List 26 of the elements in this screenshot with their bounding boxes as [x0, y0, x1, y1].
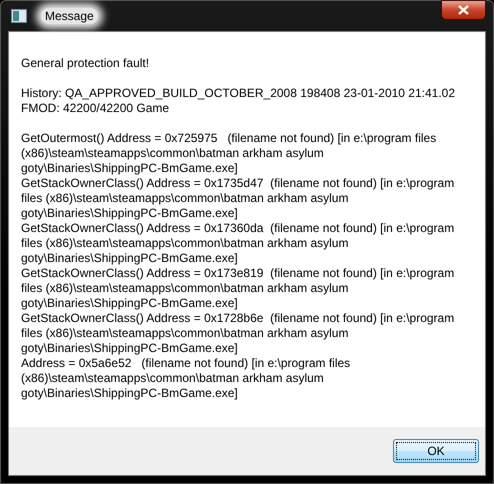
message-text: FMOD: 42200/42200 Game	[21, 101, 170, 116]
message-text: goty\Binaries\ShippingPC-BmGame.exe]	[21, 206, 239, 221]
message-text: files (x86)\steam\steamapps\common\batman arkham asylum	[21, 281, 350, 296]
message-text: GetStackOwnerClass() Address = 0x173e819 (filename not found) [in e:\program	[21, 266, 456, 281]
message-text: GetStackOwnerClass() Address = 0x1728b6e (filename not found) [in e:\program	[21, 311, 456, 326]
message-text: goty\Binaries\ShippingPC-BmGame.exe]	[21, 161, 239, 176]
message-text: GetStackOwnerClass() Address = 0x17360da (filename not found) [in e:\program	[21, 221, 456, 236]
message-text: GetStackOwnerClass() Address = 0x1735d47 (filename not found) [in e:\program	[21, 176, 456, 191]
message-text: files (x86)\steam\steamapps\common\batman arkham asylum	[21, 236, 350, 251]
message-text: files (x86)\steam\steamapps\common\batman arkham asylum	[21, 191, 350, 206]
message-text: goty\Binaries\ShippingPC-BmGame.exe]	[21, 251, 239, 266]
window-icon	[11, 9, 27, 23]
message-text: (x86)\steam\steamapps\common\batman arkham asylum	[21, 146, 325, 161]
message-text: Address = 0x5a6e52 (filename not found) [in e:\program files	[21, 356, 352, 371]
message-text: (x86)\steam\steamapps\common\batman arkham asylum	[21, 371, 325, 386]
close-button[interactable]	[441, 0, 486, 20]
message-text: goty\Binaries\ShippingPC-BmGame.exe]	[21, 341, 239, 356]
message-text: History: QA_APPROVED_BUILD_OCTOBER_2008 198408 23-01-2010 21:41.02	[21, 86, 456, 101]
ok-button[interactable]: OK	[393, 439, 479, 463]
message-text: goty\Binaries\ShippingPC-BmGame.exe]	[21, 386, 239, 401]
close-icon	[458, 5, 469, 15]
message-text: goty\Binaries\ShippingPC-BmGame.exe]	[21, 296, 239, 311]
message-text: GetOutermost() Address = 0x725975 (filename not found) [in e:\program files	[21, 131, 438, 146]
message-text: files (x86)\steam\steamapps\common\batman arkham asylum	[21, 326, 350, 341]
window-title: Message	[41, 8, 98, 24]
message-text: General protection fault!	[21, 56, 150, 71]
